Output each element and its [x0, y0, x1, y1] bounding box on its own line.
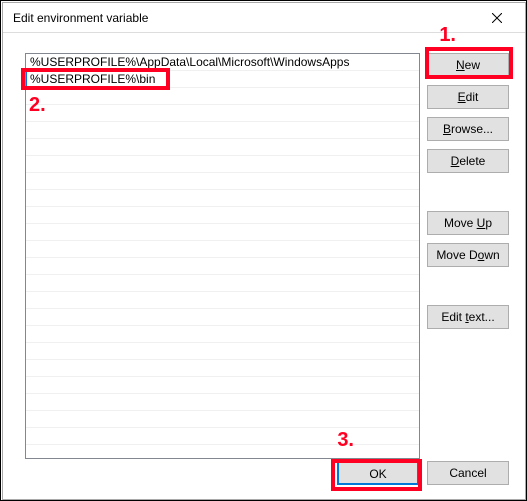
empty-rows [26, 88, 419, 445]
list-item[interactable]: %USERPROFILE%\AppData\Local\Microsoft\Wi… [26, 54, 419, 71]
edit-cell-input[interactable]: %USERPROFILE%\bin [26, 71, 168, 87]
new-mnemonic: N [456, 58, 465, 72]
delete-mnemonic: D [451, 154, 460, 168]
window-title: Edit environment variable [13, 11, 148, 25]
ok-button[interactable]: OK [337, 461, 419, 485]
close-button[interactable] [477, 4, 517, 32]
dialog-window: Edit environment variable %USERPROFILE%\… [2, 2, 526, 500]
close-icon [492, 13, 502, 23]
path-listbox[interactable]: %USERPROFILE%\AppData\Local\Microsoft\Wi… [25, 53, 420, 459]
move-up-button[interactable]: Move Up [427, 211, 509, 235]
list-item-editing[interactable]: %USERPROFILE%\bin [26, 71, 419, 88]
cancel-button[interactable]: Cancel [427, 461, 509, 485]
browse-mnemonic: B [443, 122, 451, 136]
edit-text-button[interactable]: Edit text... [427, 305, 509, 329]
browse-button[interactable]: Browse... [427, 117, 509, 141]
side-button-column: New Edit Browse... Delete Move Up Move D… [427, 53, 509, 337]
delete-button[interactable]: Delete [427, 149, 509, 173]
dialog-buttons: OK Cancel [337, 461, 509, 485]
new-button[interactable]: New [427, 53, 509, 77]
titlebar: Edit environment variable [3, 3, 525, 33]
edit-button[interactable]: Edit [427, 85, 509, 109]
move-down-button[interactable]: Move Down [427, 243, 509, 267]
edit-mnemonic: E [458, 90, 466, 104]
